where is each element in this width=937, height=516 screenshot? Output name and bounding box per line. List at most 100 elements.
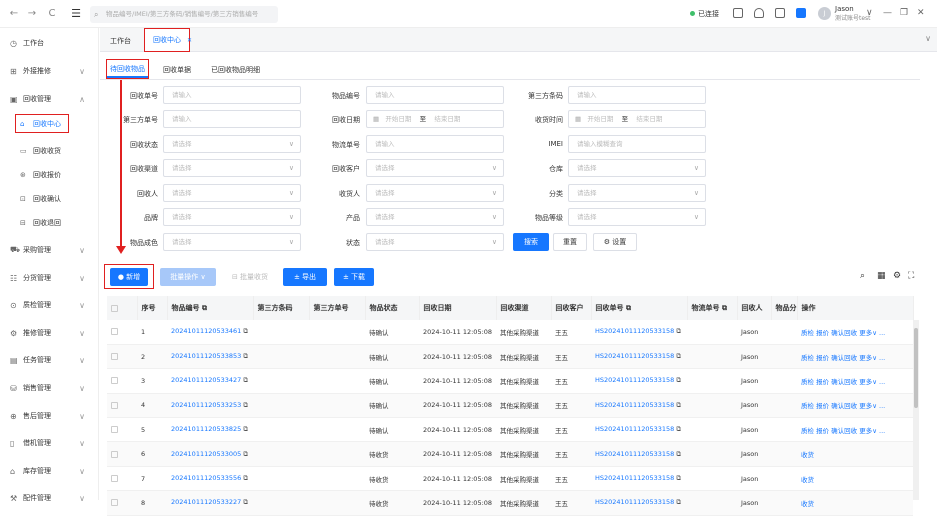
cell-actions[interactable]: 收货: [797, 490, 913, 516]
copy-icon[interactable]: ⧉: [674, 352, 681, 360]
tab-workbench[interactable]: 工作台: [102, 31, 139, 51]
cell-actions[interactable]: 质检 报价 确认回收 更多∨ ...: [797, 368, 913, 394]
cell-order-no[interactable]: HS20241011120533158 ⧉: [591, 344, 687, 370]
checkbox[interactable]: [111, 475, 118, 483]
cell-item-no[interactable]: 20241011120533853 ⧉: [167, 344, 253, 370]
cell-item-no[interactable]: 20241011120533005 ⧉: [167, 441, 253, 467]
checkbox[interactable]: [111, 450, 118, 458]
row-checkbox[interactable]: [107, 393, 137, 419]
scan-icon[interactable]: [733, 8, 743, 18]
checkbox[interactable]: [111, 377, 118, 385]
scrollbar-thumb[interactable]: [914, 328, 918, 408]
tab-recycle-center[interactable]: 回收中心: [144, 28, 190, 52]
third-no-input[interactable]: 请输入: [163, 110, 301, 128]
avatar[interactable]: J: [818, 7, 831, 20]
cell-item-no[interactable]: 20241011120533253 ⧉: [167, 393, 253, 419]
batch-receive-button[interactable]: ⊟ 批量收货: [224, 268, 276, 286]
item-no-input[interactable]: 请输入: [366, 86, 504, 104]
cell-actions[interactable]: 质检 报价 确认回收 更多∨ ...: [797, 393, 913, 419]
sidebar-item-recycle[interactable]: ▣ 回收管理 ∧: [0, 87, 99, 111]
copy-icon[interactable]: ⧉: [241, 327, 248, 335]
close-icon[interactable]: ✕: [917, 8, 925, 18]
cell-item-no[interactable]: 20241011120533427 ⧉: [167, 368, 253, 394]
cell-actions[interactable]: 质检 报价 确认回收 更多∨ ...: [797, 344, 913, 370]
logistics-no-input[interactable]: 请输入: [366, 135, 504, 153]
sidebar-item-workbench[interactable]: ◷ 工作台: [0, 31, 99, 55]
table-row[interactable]: 2 20241011120533853 ⧉ 待确认 2024-10-11 12:05:…: [107, 344, 913, 370]
copy-icon[interactable]: ⧉: [241, 352, 248, 360]
reset-button[interactable]: 重置: [553, 233, 587, 251]
copy-icon[interactable]: ⧉: [674, 376, 681, 384]
table-row[interactable]: 1 20241011120533461 ⧉ 待确认 2024-10-11 12:05:…: [107, 320, 913, 345]
cell-order-no[interactable]: HS20241011120533158 ⧉: [591, 466, 687, 492]
third-barcode-input[interactable]: 请输入: [568, 86, 706, 104]
checkbox[interactable]: [111, 401, 118, 409]
settings-button[interactable]: ⚙ 设置: [593, 233, 637, 251]
copy-icon[interactable]: ⧉: [241, 376, 248, 384]
sidebar-subitem-recycle-receive[interactable]: ▭ 回收收货: [0, 139, 99, 163]
sidebar-item-purchase[interactable]: ⛟ 采购管理 ∨: [0, 238, 99, 262]
phone-icon[interactable]: [775, 8, 785, 18]
add-button[interactable]: ● 新增: [110, 268, 148, 286]
cell-item-no[interactable]: 20241011120533556 ⧉: [167, 466, 253, 492]
cell-actions[interactable]: 收货: [797, 441, 913, 467]
table-row[interactable]: 3 20241011120533427 ⧉ 待确认 2024-10-11 12:05:…: [107, 368, 913, 394]
tab-close-icon[interactable]: ✕: [187, 37, 192, 44]
category-select[interactable]: 请选择 ∨: [568, 184, 706, 202]
table-row[interactable]: 5 20241011120533825 ⧉ 待确认 2024-10-11 12:05:…: [107, 417, 913, 443]
copy-icon[interactable]: ⧉: [674, 425, 681, 433]
cell-item-no[interactable]: 20241011120533461 ⧉: [167, 320, 253, 345]
row-checkbox[interactable]: [107, 466, 137, 492]
sidebar-item-aftersale[interactable]: ⊕ 售后管理 ∨: [0, 404, 99, 428]
receive-time-range[interactable]: ▦ 开始日期 至 结束日期: [568, 110, 706, 128]
sidebar-subitem-recycle-quote[interactable]: ⊛ 回收报价: [0, 163, 99, 187]
gear-icon[interactable]: ⚙: [893, 271, 901, 281]
copy-icon[interactable]: ⧉: [241, 474, 248, 482]
row-checkbox[interactable]: [107, 490, 137, 516]
recycler-select[interactable]: 请选择 ∨: [163, 184, 301, 202]
search-icon[interactable]: ⌕: [860, 271, 865, 281]
sidebar-item-repair[interactable]: ⚙ 推修管理 ∨: [0, 321, 99, 345]
row-checkbox[interactable]: [107, 368, 137, 394]
sidebar-item-external-repair[interactable]: ⊞ 外接推修 ∨: [0, 59, 99, 83]
checkbox[interactable]: [111, 328, 118, 336]
sidebar-item-inspection[interactable]: ⊙ 质检管理 ∨: [0, 293, 99, 317]
search-button[interactable]: 搜索: [513, 233, 549, 251]
tabs-dropdown-icon[interactable]: ∨: [925, 34, 931, 43]
back-icon[interactable]: ←: [6, 8, 22, 19]
refresh-icon[interactable]: C: [44, 8, 60, 19]
copy-icon[interactable]: ⧉: [674, 327, 681, 335]
copy-icon[interactable]: ⧉: [241, 425, 248, 433]
condition-select[interactable]: 请选择 ∨: [163, 233, 301, 251]
cell-order-no[interactable]: HS20241011120533158 ⧉: [591, 368, 687, 394]
sidebar-subitem-recycle-confirm[interactable]: ⊡ 回收确认: [0, 187, 99, 211]
table-row[interactable]: 7 20241011120533556 ⧉ 待收货 2024-10-11 12:05:…: [107, 466, 913, 492]
cell-order-no[interactable]: HS20241011120533158 ⧉: [591, 417, 687, 443]
channel-select[interactable]: 请选择 ∨: [163, 159, 301, 177]
status-select[interactable]: 请选择 ∨: [366, 233, 504, 251]
product-select[interactable]: 请选择 ∨: [366, 208, 504, 226]
export-button[interactable]: ± 导出: [283, 268, 327, 286]
cell-item-no[interactable]: 20241011120533825 ⧉: [167, 417, 253, 443]
cell-order-no[interactable]: HS20241011120533158 ⧉: [591, 441, 687, 467]
select-all-header[interactable]: [107, 296, 138, 320]
copy-icon[interactable]: ⧉: [674, 401, 681, 409]
checkbox[interactable]: [111, 353, 118, 361]
sidebar-item-parts[interactable]: ⚒ 配件管理 ∨: [0, 486, 99, 510]
recycle-date-range[interactable]: ▦ 开始日期 至 结束日期: [366, 110, 504, 128]
cell-actions[interactable]: 质检 报价 确认回收 更多∨ ...: [797, 320, 913, 345]
checkbox[interactable]: [111, 499, 118, 507]
cell-order-no[interactable]: HS20241011120533158 ⧉: [591, 393, 687, 419]
row-checkbox[interactable]: [107, 441, 137, 467]
forward-icon[interactable]: →: [24, 8, 40, 19]
sidebar-subitem-recycle-center[interactable]: ⌂ 回收中心: [15, 114, 69, 133]
cell-actions[interactable]: 质检 报价 确认回收 更多∨ ...: [797, 417, 913, 443]
table-row[interactable]: 8 20241011120533227 ⧉ 待收货 2024-10-11 12:05:…: [107, 490, 913, 516]
imei-input[interactable]: 请输入模糊查询: [568, 135, 706, 153]
sidebar-item-inventory[interactable]: ⌂ 库存管理 ∨: [0, 459, 99, 483]
bell-icon[interactable]: [754, 8, 764, 18]
user-dropdown-icon[interactable]: ∨: [866, 8, 873, 18]
fullscreen-icon[interactable]: ⛶: [908, 271, 914, 281]
table-row[interactable]: 6 20241011120533005 ⧉ 待收货 2024-10-11 12:05:…: [107, 441, 913, 467]
copy-icon[interactable]: ⧉: [241, 450, 248, 458]
